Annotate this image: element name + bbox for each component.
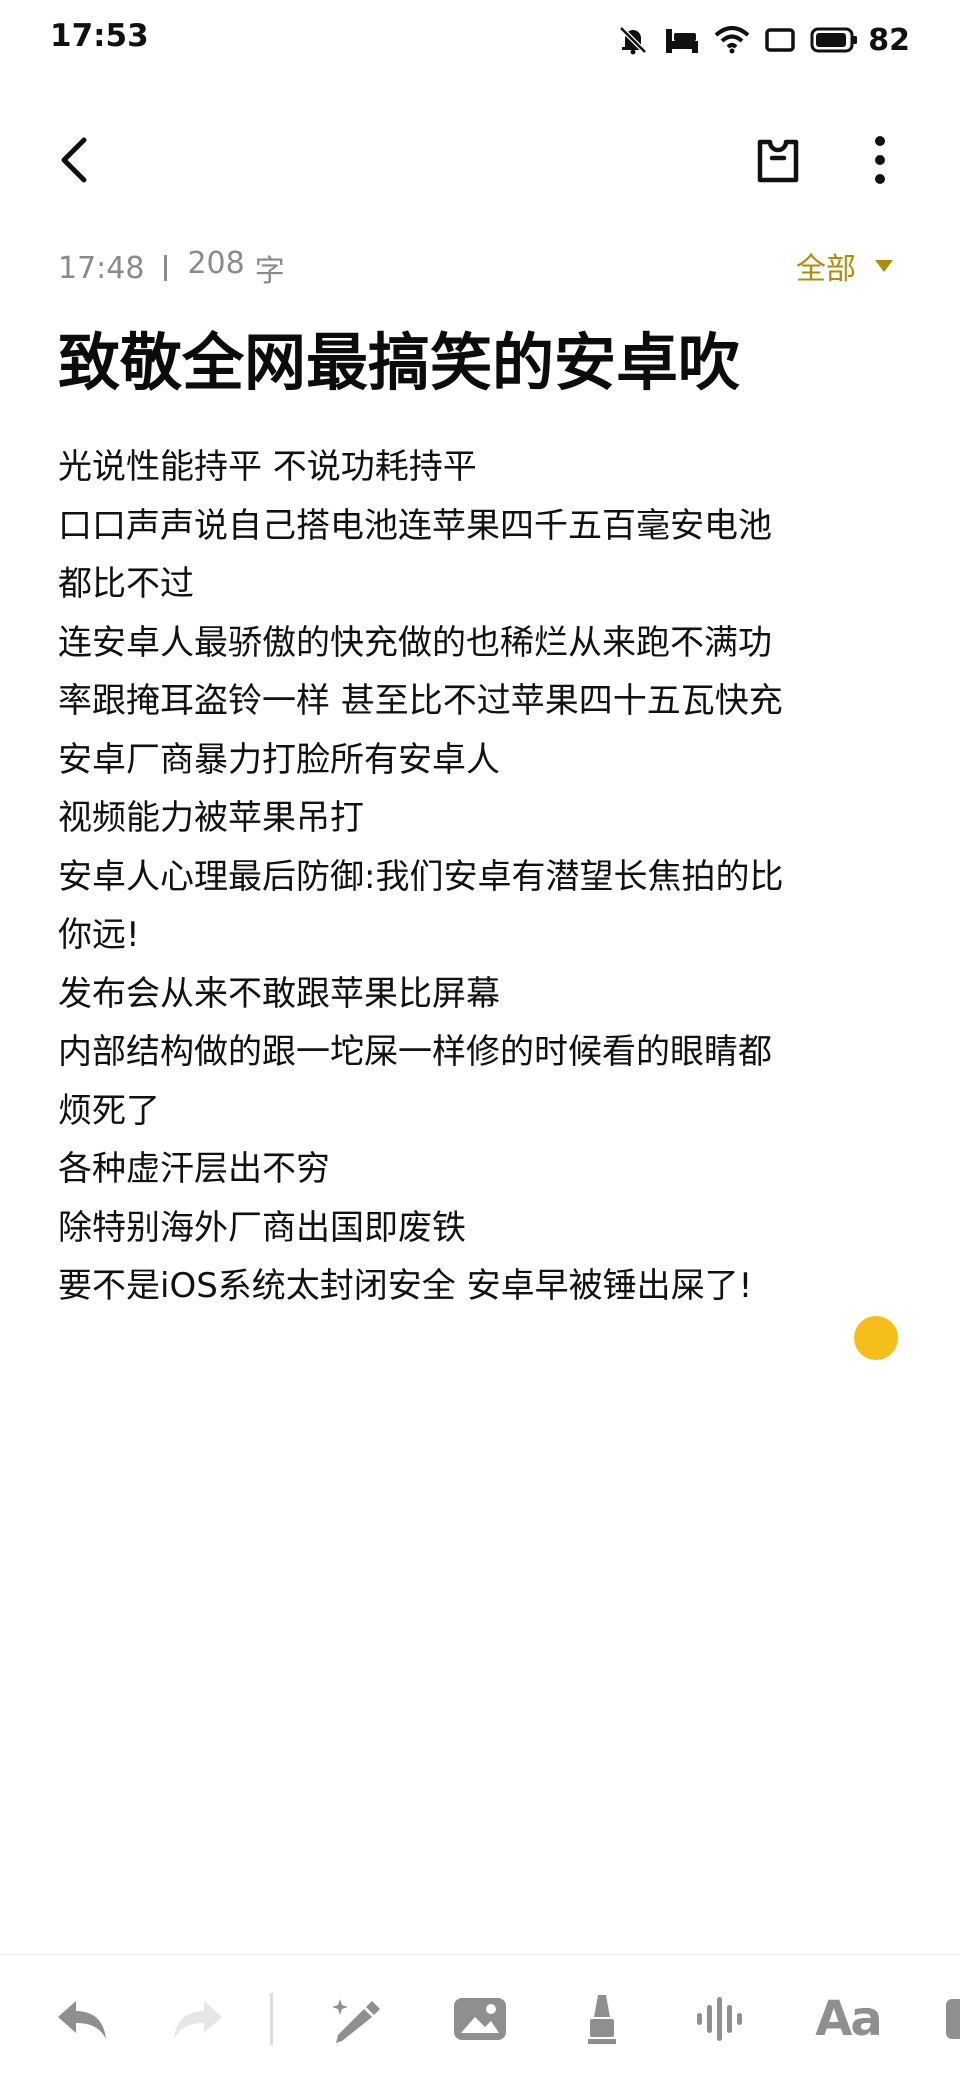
back-button[interactable] — [52, 134, 102, 186]
note-body[interactable]: 光说性能持平 不说功耗持平 口口声声说自己搭电池连苹果四千五百毫安电池 都比不过… — [58, 438, 900, 1316]
note-line: 除特别海外厂商出国即废铁 — [58, 1207, 466, 1248]
note-line: 口口声声说自己搭电池连苹果四千五百毫安电池 — [58, 505, 772, 546]
battery-icon — [810, 27, 858, 53]
note-title[interactable]: 致敬全网最搞笑的安卓吹 — [58, 322, 908, 404]
word-count-value: 208 — [187, 246, 245, 281]
checklist-icon — [946, 1999, 960, 2039]
bottom-toolbar: Aa — [0, 1954, 960, 2079]
pen-button[interactable] — [326, 1991, 390, 2047]
note-line: 安卓人心理最后防御:我们安卓有潜望长焦拍的比 — [58, 856, 784, 897]
status-time: 17:53 — [50, 18, 149, 54]
note-line: 率跟掩耳盗铃一样 甚至比不过苹果四十五瓦快充 — [58, 681, 783, 721]
note-line: 都比不过 — [58, 564, 194, 604]
more-button[interactable] — [860, 132, 900, 188]
screen-icon — [765, 28, 795, 52]
note-line: 烦死了 — [58, 1090, 160, 1131]
pen-icon — [332, 1999, 380, 2043]
status-icons: 82 — [616, 18, 910, 62]
word-count-unit: 字 — [254, 254, 285, 289]
note-line: 你远! — [58, 915, 140, 955]
caret-down-icon — [875, 260, 893, 272]
redo-button[interactable] — [168, 1991, 228, 2047]
note-line: 连安卓人最骄傲的快充做的也稀烂从来跑不满功 — [58, 622, 772, 663]
clip-icon — [757, 139, 799, 183]
meta-divider — [164, 255, 168, 281]
image-button[interactable] — [448, 1991, 512, 2047]
note-meta: 17:48 208 字 — [58, 246, 285, 290]
note-line: 安卓厂商暴力打脸所有安卓人 — [58, 739, 500, 780]
wifi-icon — [714, 26, 750, 54]
text-format-button[interactable]: Aa — [810, 1991, 886, 2047]
note-line: 内部结构做的跟一坨屎一样修的时候看的眼睛都 — [58, 1032, 772, 1072]
mute-icon — [619, 26, 648, 55]
note-line: 光说性能持平 不说功耗持平 — [58, 447, 477, 487]
text-cursor-handle[interactable] — [854, 1316, 898, 1360]
text-format-icon: Aa — [815, 1991, 883, 2047]
note-line: 视频能力被苹果吊打 — [58, 798, 364, 838]
redo-icon — [174, 2001, 222, 2039]
image-icon — [454, 1998, 506, 2040]
note-line: 发布会从来不敢跟苹果比屏幕 — [58, 973, 500, 1014]
toolbar-overflow-item[interactable] — [940, 1991, 960, 2047]
highlighter-icon — [588, 1995, 616, 2044]
category-select[interactable]: 全部 — [796, 244, 894, 288]
undo-icon — [58, 2001, 106, 2039]
battery-level: 82 — [868, 22, 910, 58]
undo-button[interactable] — [52, 1991, 112, 2047]
status-bar: 17:53 82 — [0, 0, 960, 80]
clip-button[interactable] — [752, 132, 804, 188]
audio-wave-icon — [697, 1997, 742, 2041]
note-line: 要不是iOS系统太封闭安全 安卓早被锤出屎了! — [58, 1266, 753, 1306]
toolbar-divider — [270, 1993, 273, 2045]
more-vertical-icon — [875, 136, 885, 184]
sleep-icon — [666, 29, 699, 53]
highlighter-button[interactable] — [574, 1991, 630, 2047]
top-nav — [0, 120, 960, 200]
word-count: 208 字 — [187, 246, 284, 290]
category-label: 全部 — [796, 252, 856, 287]
voice-button[interactable] — [690, 1991, 754, 2047]
note-edit-time: 17:48 — [58, 250, 145, 286]
note-line: 各种虚汗层出不穷 — [58, 1149, 330, 1189]
back-arrow-icon — [61, 137, 87, 183]
